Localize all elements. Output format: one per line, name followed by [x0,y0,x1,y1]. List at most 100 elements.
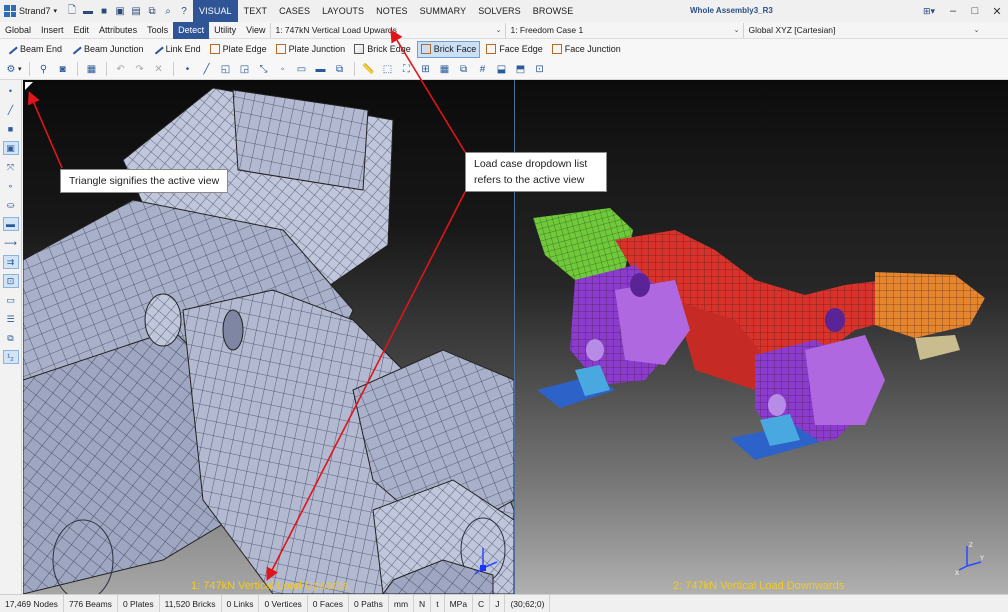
numbering-icon[interactable]: ¹₂ [2,350,19,364]
ruler-icon[interactable]: 📏 [362,62,376,76]
plate-icon[interactable]: ◱ [219,62,233,76]
status-field: 11,520 Bricks [160,594,222,612]
menu-item-attributes[interactable]: Attributes [94,22,142,39]
layers-icon[interactable]: ☰ [3,312,19,326]
arrow-right-icon[interactable]: ⟶ [3,236,19,250]
ribbon-tab-cases[interactable]: CASES [273,0,316,22]
binoculars-icon[interactable]: ⚲ [37,62,51,76]
undo-icon[interactable]: ↶ [114,62,128,76]
status-field: MPa [445,594,474,612]
node-icon[interactable]: • [181,62,195,76]
minimize-button[interactable]: – [942,0,964,22]
menu-bar: Global Insert Edit Attributes Tools Detect Uti… [0,21,1008,39]
layout-menu-icon[interactable]: ⊞▾ [916,0,942,22]
menu-item-detect[interactable]: Detect [173,21,210,39]
freedom-case-dropdown[interactable]: 1: Freedom Case 1 ⌄ [505,22,743,38]
link-icon[interactable]: ⤧ [3,160,19,174]
menu-item-tools[interactable]: Tools [142,22,173,39]
detect-face-junction-button[interactable]: Face Junction [549,41,624,58]
select-all-icon[interactable]: ⊞ [419,62,433,76]
beam-icon[interactable]: ╱ [200,62,214,76]
ribbon-tab-browse[interactable]: BROWSE [527,0,580,22]
save-as-icon[interactable]: ▣ [113,4,127,18]
entity-display-icon[interactable]: ⬓ [495,62,509,76]
coordinate-system-value: Global XYZ [Cartesian] [748,25,836,35]
detect-plate-edge-button[interactable]: Plate Edge [207,41,270,58]
detect-brick-face-button[interactable]: Brick Face [416,40,481,58]
detect-beam-end-button[interactable]: Beam End [4,41,65,58]
load-case-dropdown[interactable]: 1: 747kN Vertical Load Upwards ⌄ [270,22,505,38]
toolbar-separator [28,62,30,76]
maximize-button[interactable]: □ [964,0,986,22]
copy-entities-icon[interactable]: ⧉ [457,62,471,76]
menu-item-edit[interactable]: Edit [69,22,95,39]
detect-beam-junction-button[interactable]: Beam Junction [68,41,147,58]
ribbon-tabs: VISUAL TEXT CASES LAYOUTS NOTES SUMMARY SOLVER… [193,0,579,22]
menu-item-utility[interactable]: Utility [209,22,241,39]
plate-icon[interactable]: ■ [3,122,19,136]
select-box-icon[interactable]: ⬚ [381,62,395,76]
split-view-icon[interactable]: ⇉ [2,255,19,269]
grid-select-icon[interactable]: ▦ [85,62,99,76]
detect-brick-edge-button[interactable]: Brick Edge [351,41,414,58]
ribbon-tab-visual[interactable]: VISUAL [193,0,238,22]
copy-icon[interactable]: ⧉ [145,4,159,18]
coordinate-system-dropdown[interactable]: Global XYZ [Cartesian] ⌄ [743,22,983,38]
print-icon[interactable]: ▤ [129,4,143,18]
menu-item-insert[interactable]: Insert [36,22,69,39]
face-icon[interactable]: ▭ [295,62,309,76]
vertex-icon[interactable]: ◦ [276,62,290,76]
select-region-icon[interactable]: ⛶ [400,62,414,76]
geometry-icon[interactable]: ⛀ [3,198,19,212]
camera-icon[interactable]: ◙ [56,62,70,76]
path-icon[interactable]: ▬ [314,62,328,76]
view-options-icon[interactable]: ⊡ [533,62,547,76]
active-view-triangle [25,82,33,90]
app-menu-button[interactable]: Strand7 ▾ [0,0,61,22]
ribbon-tab-notes[interactable]: NOTES [370,0,414,22]
link-icon[interactable]: ⤡ [257,62,271,76]
detect-face-edge-button[interactable]: Face Edge [483,41,546,58]
toolbar-separator [353,62,355,76]
beam-icon[interactable]: ╱ [3,103,19,117]
status-field: mm [389,594,415,612]
detect-button-label: Plate Edge [222,44,267,54]
new-icon[interactable]: 🗋 [65,4,79,18]
save-icon[interactable]: ■ [97,4,111,18]
brick-icon[interactable]: ▣ [2,141,19,155]
ribbon-tab-solvers[interactable]: SOLVERS [472,0,527,22]
group-icon[interactable]: ⧉ [333,62,347,76]
node-icon[interactable]: • [3,84,19,98]
settings-gear-icon[interactable]: ⚙ [4,62,18,76]
open-icon[interactable]: ▬ [81,4,95,18]
hash-icon[interactable]: # [476,62,490,76]
detect-plate-junction-button[interactable]: Plate Junction [273,41,349,58]
grid-icon[interactable]: ▦ [438,62,452,76]
detect-link-end-button[interactable]: Link End [150,41,204,58]
help-icon[interactable]: ? [177,4,191,18]
vertex-icon[interactable]: ∘ [3,179,19,193]
load-case-value: 1: 747kN Vertical Load Upwards [275,25,397,35]
close-button[interactable]: ✕ [986,0,1008,22]
menu-item-view[interactable]: View [241,22,270,39]
redo-icon[interactable]: ↷ [133,62,147,76]
toolbar-separator [105,62,107,76]
monitor-icon[interactable]: ▭ [3,293,19,307]
brick-icon[interactable]: ◲ [238,62,252,76]
frame-icon[interactable]: ⊡ [2,274,19,288]
menu-item-global[interactable]: Global [0,22,36,39]
chevron-down-icon[interactable]: ▾ [18,65,22,73]
copy-view-icon[interactable]: ⧉ [3,331,19,345]
delete-icon[interactable]: ✕ [152,62,166,76]
ribbon-tab-summary[interactable]: SUMMARY [414,0,473,22]
detect-box-icon [209,44,220,54]
result-display-icon[interactable]: ⬒ [514,62,528,76]
viewport-left[interactable]: 1: 747kN Vertical Load Upwards [23,80,514,594]
ribbon-tab-layouts[interactable]: LAYOUTS [316,0,370,22]
axis-triad-right: Z Y X [955,540,985,576]
freedom-case-value: 1: Freedom Case 1 [510,25,584,35]
find-icon[interactable]: ⌕ [161,4,175,18]
ribbon-tab-text[interactable]: TEXT [238,0,273,22]
path-icon[interactable]: ▬ [2,217,19,231]
detect-button-label: Brick Face [433,44,477,54]
